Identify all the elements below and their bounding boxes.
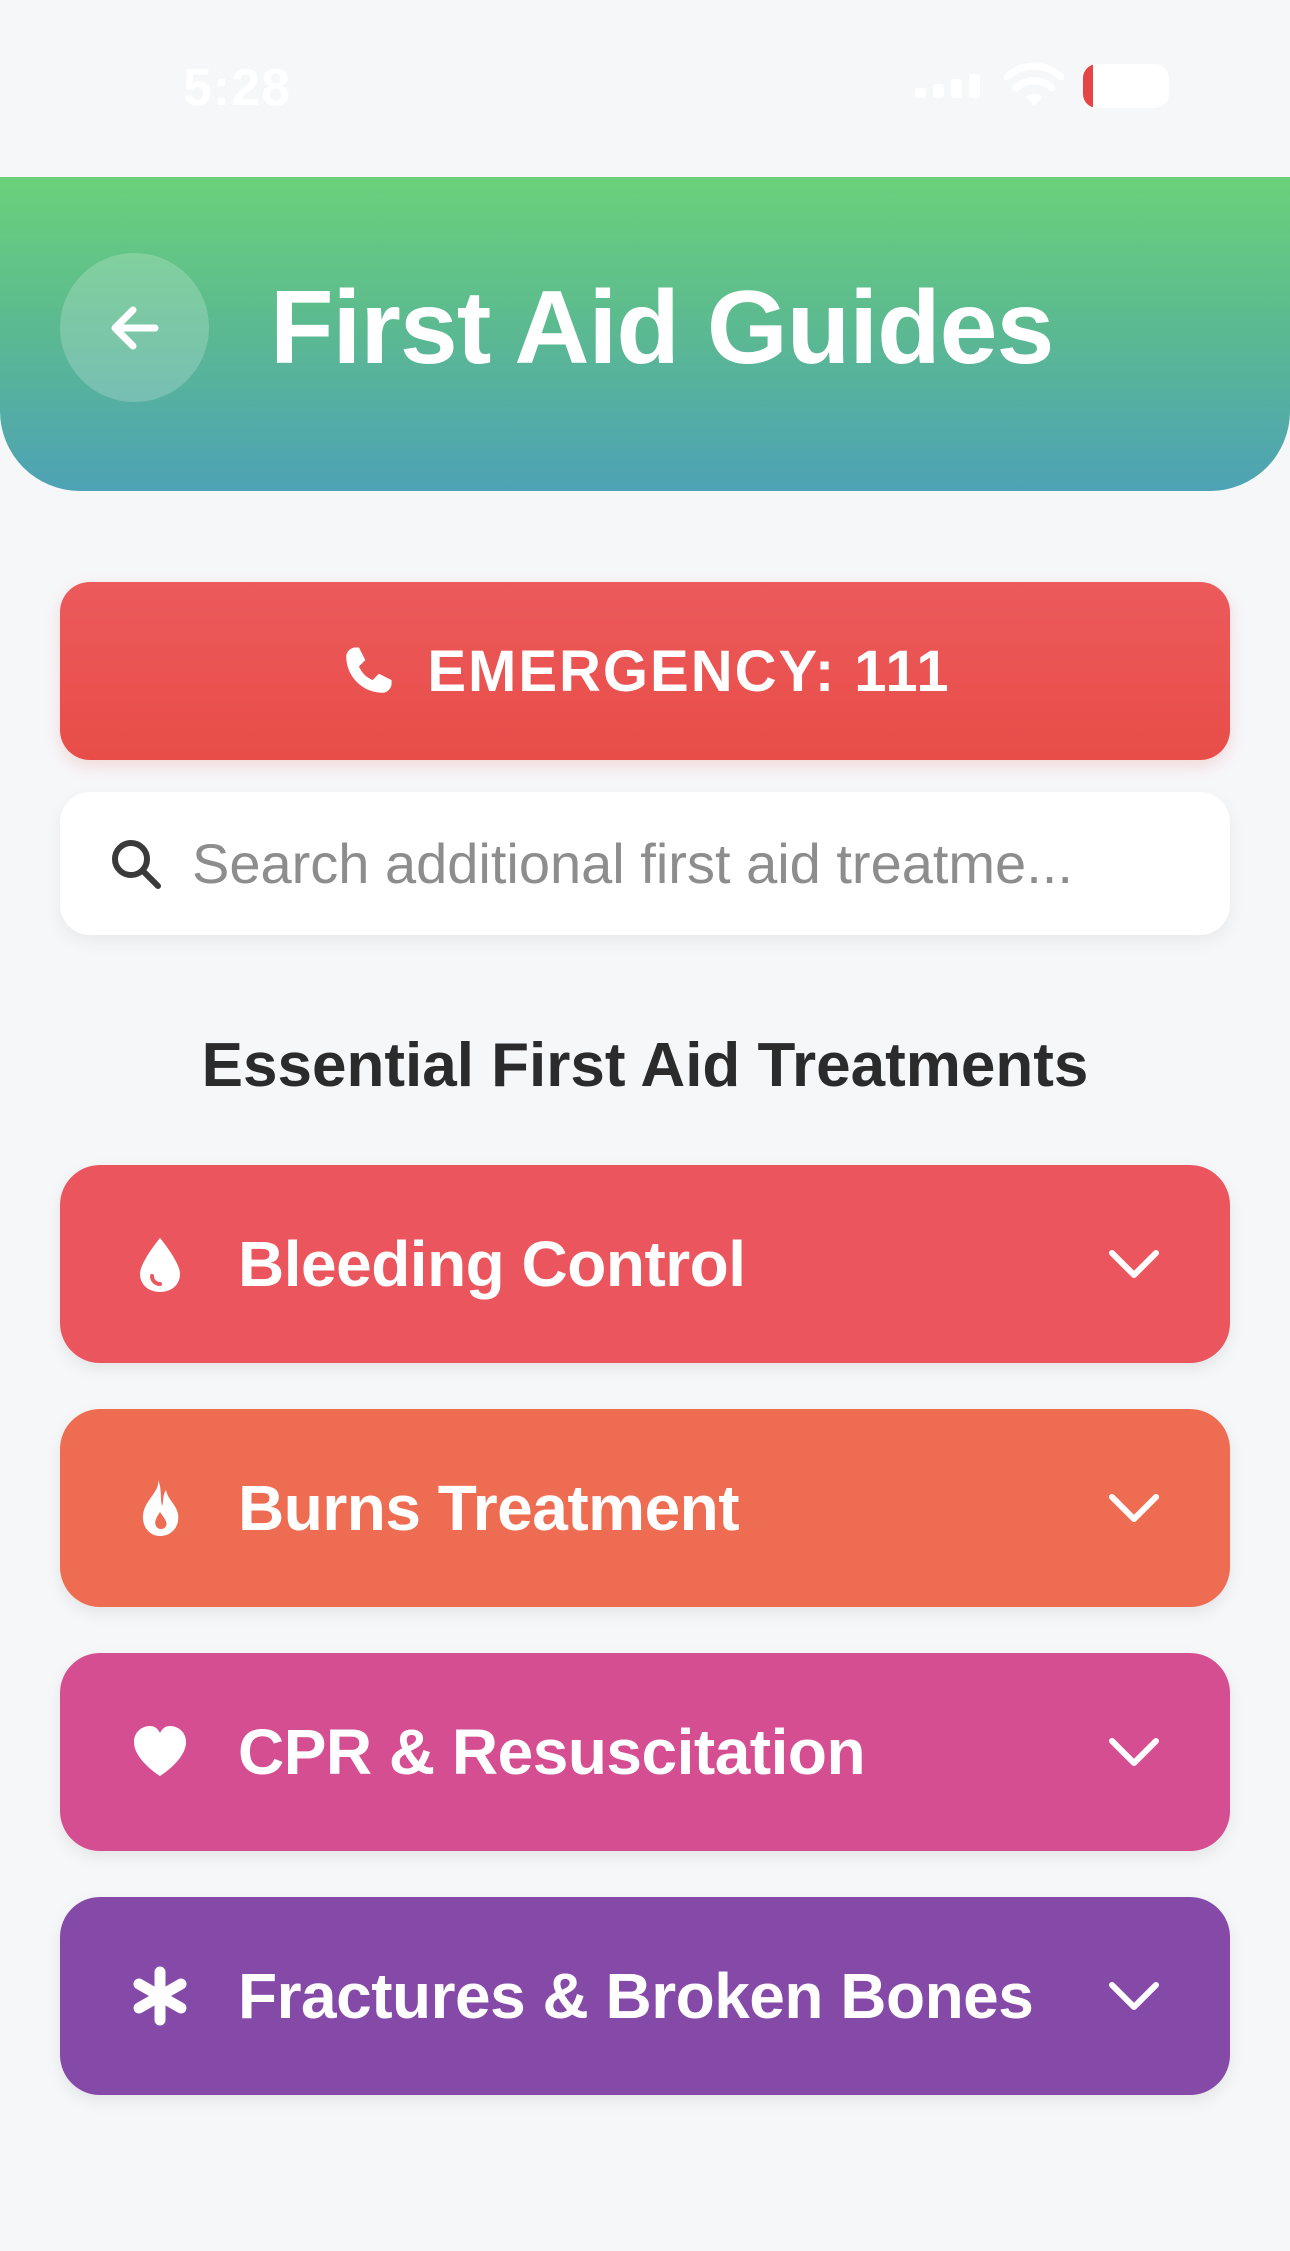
- back-button[interactable]: [60, 253, 209, 402]
- search-bar: [60, 792, 1230, 935]
- treatment-card-bleeding-control[interactable]: Bleeding Control: [60, 1165, 1230, 1363]
- droplet-icon: [140, 1238, 180, 1292]
- treatment-card-burns-treatment[interactable]: Burns Treatment: [60, 1409, 1230, 1607]
- status-icons: 9: [915, 60, 1175, 110]
- chevron-down-icon: [1109, 1250, 1159, 1278]
- search-icon: [112, 840, 161, 889]
- status-time: 5:28: [183, 59, 292, 117]
- wifi-icon: [1003, 62, 1065, 106]
- page-title: First Aid Guides: [270, 270, 1054, 386]
- chevron-down-icon: [1109, 1738, 1159, 1766]
- asterisk-icon: [133, 1966, 187, 2026]
- phone-icon: [346, 647, 392, 693]
- search-input[interactable]: [192, 792, 1202, 935]
- chevron-down-icon: [1109, 1494, 1159, 1522]
- battery-percentage: 9: [1117, 68, 1135, 104]
- fire-icon: [142, 1480, 179, 1536]
- header: First Aid Guides: [0, 177, 1290, 491]
- treatment-label: Burns Treatment: [238, 1472, 740, 1544]
- emergency-label: EMERGENCY: 111: [427, 638, 951, 704]
- treatment-label: CPR & Resuscitation: [238, 1716, 866, 1788]
- battery-icon: 9: [1083, 64, 1169, 108]
- first-aid-guides-screen: 5:28 9 First Aid Guides EMERGENCY: 111 S…: [0, 0, 1290, 2251]
- treatment-card-cpr-resuscitation[interactable]: CPR & Resuscitation: [60, 1653, 1230, 1851]
- arrow-left-icon: [111, 306, 158, 349]
- emergency-call-button[interactable]: EMERGENCY: 111: [60, 582, 1230, 760]
- chevron-down-icon: [1109, 1982, 1159, 2010]
- treatment-label: Bleeding Control: [238, 1228, 746, 1300]
- cellular-signal-icon: [915, 74, 983, 98]
- section-title: Essential First Aid Treatments: [201, 1031, 1089, 1100]
- heart-icon: [134, 1726, 186, 1776]
- treatment-label: Fractures & Broken Bones: [238, 1960, 1034, 2032]
- status-bar: 5:28 9: [0, 0, 1290, 178]
- treatment-card-fractures-broken-bones[interactable]: Fractures & Broken Bones: [60, 1897, 1230, 2095]
